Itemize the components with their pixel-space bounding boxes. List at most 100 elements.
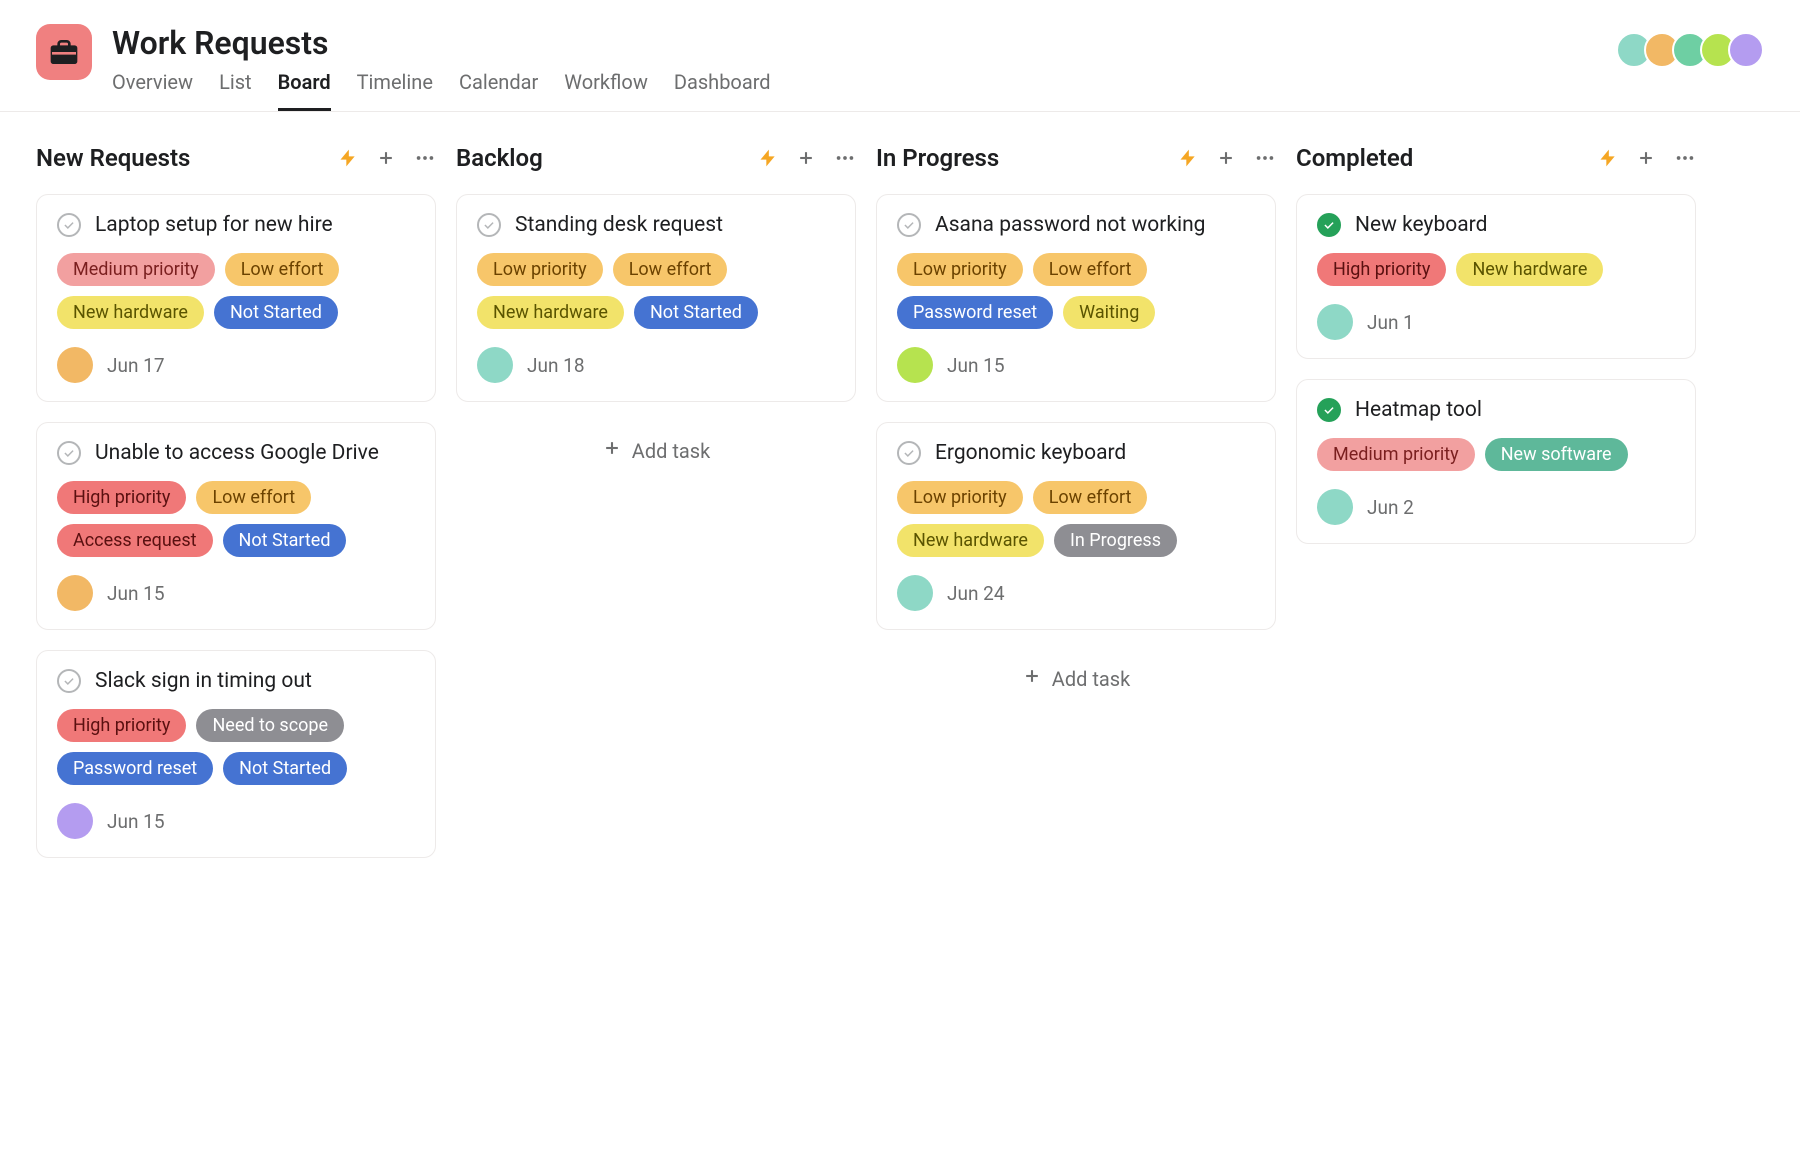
card-title: Heatmap tool [1355,398,1482,422]
card-footer: Jun 18 [477,347,835,383]
tag[interactable]: Not Started [634,296,758,329]
assignee-avatar[interactable] [897,347,933,383]
kanban-board: New Requests Laptop setup for new hireMed… [0,112,1800,908]
tag[interactable]: New software [1485,438,1628,471]
tag[interactable]: Access request [57,524,213,557]
tag[interactable]: Low priority [897,481,1023,514]
tag[interactable]: Medium priority [57,253,215,286]
tab-dashboard[interactable]: Dashboard [674,70,771,111]
tab-workflow[interactable]: Workflow [564,70,648,111]
tag[interactable]: New hardware [1456,253,1603,286]
add-task-button[interactable]: Add task [876,650,1276,707]
title-block: Work Requests Overview List Board Timeline C… [112,24,771,111]
complete-check-icon[interactable] [477,213,501,237]
column-title[interactable]: In Progress [876,144,999,172]
task-card[interactable]: Unable to access Google Drive High priori… [36,422,436,630]
due-date: Jun 24 [947,582,1005,605]
tab-board[interactable]: Board [278,70,331,111]
tab-timeline[interactable]: Timeline [357,70,433,111]
card-title-row: Unable to access Google Drive [57,441,415,465]
assignee-avatar[interactable] [1317,489,1353,525]
add-task-icon[interactable] [1216,148,1236,168]
tag[interactable]: New hardware [57,296,204,329]
add-task-button[interactable]: Add task [456,422,856,479]
tag[interactable]: Not Started [214,296,338,329]
assignee-avatar[interactable] [57,575,93,611]
tag[interactable]: New hardware [477,296,624,329]
assignee-avatar[interactable] [57,803,93,839]
tab-calendar[interactable]: Calendar [459,70,538,111]
tag[interactable]: Low priority [477,253,603,286]
task-card[interactable]: Slack sign in timing out High priority Nee… [36,650,436,858]
task-card[interactable]: Heatmap tool Medium priority New software J… [1296,379,1696,544]
bolt-icon[interactable] [1598,148,1618,168]
tag[interactable]: Low effort [613,253,728,286]
task-card[interactable]: Laptop setup for new hireMedium priority… [36,194,436,402]
assignee-avatar[interactable] [477,347,513,383]
tag[interactable]: High priority [57,709,186,742]
card-title: Unable to access Google Drive [95,441,379,465]
tag[interactable]: Password reset [57,752,213,785]
card-title: Asana password not working [935,213,1205,237]
column-title[interactable]: Completed [1296,144,1413,172]
complete-check-icon[interactable] [1317,398,1341,422]
task-card[interactable]: New keyboardHigh priorityNew hardwareJun… [1296,194,1696,359]
card-title: Ergonomic keyboard [935,441,1126,465]
tag[interactable]: Password reset [897,296,1053,329]
card-title-row: Asana password not working [897,213,1255,237]
project-title[interactable]: Work Requests [112,24,771,62]
avatar[interactable] [1728,32,1764,68]
card-title-row: Standing desk request [477,213,835,237]
complete-check-icon[interactable] [1317,213,1341,237]
tag[interactable]: Low priority [897,253,1023,286]
card-title-row: Slack sign in timing out [57,669,415,693]
card-footer: Jun 2 [1317,489,1675,525]
complete-check-icon[interactable] [57,669,81,693]
assignee-avatar[interactable] [57,347,93,383]
task-card[interactable]: Asana password not working Low priority Lo… [876,194,1276,402]
bolt-icon[interactable] [758,148,778,168]
tag-list: Medium priority Low effort New hardware Not… [57,253,415,329]
complete-check-icon[interactable] [57,441,81,465]
more-icon[interactable] [834,147,856,169]
add-task-icon[interactable] [796,148,816,168]
project-briefcase-icon[interactable] [36,24,92,80]
nav-tabs: Overview List Board Timeline Calendar Workflo… [112,70,771,111]
column-title[interactable]: New Requests [36,144,190,172]
tag[interactable]: High priority [1317,253,1446,286]
tag[interactable]: Waiting [1063,296,1155,329]
tag[interactable]: Medium priority [1317,438,1475,471]
card-footer: Jun 15 [897,347,1255,383]
tag-list: Medium priority New software [1317,438,1675,471]
assignee-avatar[interactable] [1317,304,1353,340]
task-card[interactable]: Standing desk request Low priority Low eff… [456,194,856,402]
tag[interactable]: Low effort [196,481,311,514]
tag[interactable]: In Progress [1054,524,1177,557]
tab-overview[interactable]: Overview [112,70,193,111]
tag[interactable]: Not Started [223,752,347,785]
header-right [1616,24,1764,68]
tag[interactable]: Not Started [223,524,347,557]
more-icon[interactable] [414,147,436,169]
tag[interactable]: Low effort [225,253,340,286]
tag[interactable]: Low effort [1033,481,1148,514]
task-card[interactable]: Ergonomic keyboard Low priority Low effort… [876,422,1276,630]
card-footer: Jun 15 [57,575,415,611]
complete-check-icon[interactable] [897,441,921,465]
tag[interactable]: High priority [57,481,186,514]
tag[interactable]: Need to scope [196,709,344,742]
column-title[interactable]: Backlog [456,144,543,172]
tab-list[interactable]: List [219,70,252,111]
add-task-icon[interactable] [1636,148,1656,168]
complete-check-icon[interactable] [897,213,921,237]
add-task-icon[interactable] [376,148,396,168]
complete-check-icon[interactable] [57,213,81,237]
tag[interactable]: Low effort [1033,253,1148,286]
bolt-icon[interactable] [1178,148,1198,168]
tag[interactable]: New hardware [897,524,1044,557]
member-avatar-stack[interactable] [1616,32,1764,68]
assignee-avatar[interactable] [897,575,933,611]
more-icon[interactable] [1674,147,1696,169]
bolt-icon[interactable] [338,148,358,168]
more-icon[interactable] [1254,147,1276,169]
